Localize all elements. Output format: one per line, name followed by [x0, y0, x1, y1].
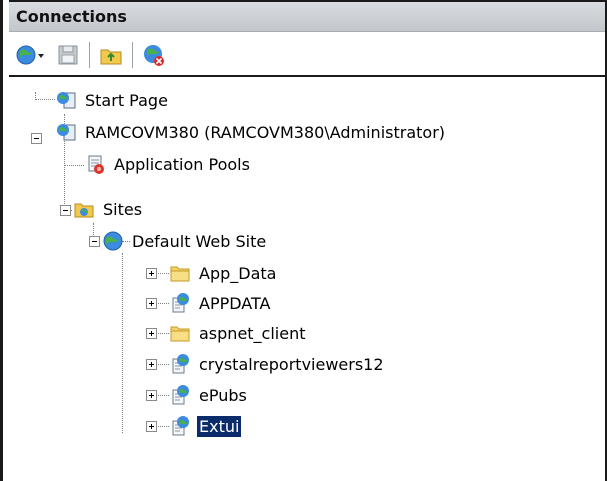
toolbar-separator — [132, 42, 133, 68]
connect-button[interactable] — [15, 42, 49, 68]
expander-app-data[interactable] — [146, 268, 157, 279]
tree-item-sites[interactable]: Sites — [73, 196, 144, 222]
tree-connector — [155, 364, 169, 365]
tree-item-label: Application Pools — [114, 154, 250, 174]
server-icon — [57, 124, 76, 141]
tree-connector — [155, 273, 169, 274]
tree-item-label: RAMCOVM380 (RAMCOVM380\Administrator) — [85, 122, 446, 142]
tree-connector — [122, 253, 123, 433]
web-application-icon — [172, 416, 189, 436]
tree-connector — [155, 333, 169, 334]
expander-default-web-site[interactable] — [89, 236, 100, 247]
tree-item-label: aspnet_client — [199, 323, 306, 343]
tree-item-crystalreportviewers12[interactable]: crystalreportviewers12 — [169, 351, 386, 377]
web-application-icon — [172, 385, 189, 405]
tree-item-label: Start Page — [85, 90, 168, 110]
sites-folder-icon — [74, 203, 94, 218]
tree-connector — [155, 426, 169, 427]
window-border — [0, 0, 3, 481]
connections-tree: Start Page RAMCOVM380 (RAMCOVM380\Admini… — [9, 78, 605, 481]
disconnect-globe-icon — [144, 45, 164, 66]
tree-item-label: crystalreportviewers12 — [199, 354, 384, 374]
tree-item-label: APPDATA — [199, 293, 271, 313]
disconnect-button[interactable] — [141, 42, 167, 68]
tree-item-label: ePubs — [199, 385, 247, 405]
expander-epubs[interactable] — [146, 390, 157, 401]
tree-item-server[interactable]: RAMCOVM380 (RAMCOVM380\Administrator) — [55, 119, 447, 145]
web-site-globe-icon — [103, 231, 123, 251]
tree-connector — [155, 395, 169, 396]
expander-extui[interactable] — [146, 421, 157, 432]
tree-item-app-data[interactable]: App_Data — [169, 260, 278, 286]
panel-title: Connections — [16, 7, 127, 26]
expander-crystalreportviewers12[interactable] — [146, 359, 157, 370]
tree-item-epubs[interactable]: ePubs — [169, 382, 249, 408]
tree-item-application-pools[interactable]: Application Pools — [84, 151, 252, 177]
tree-item-extui[interactable]: Extui — [169, 413, 242, 439]
folder-icon — [170, 266, 190, 282]
toolbar-separator — [89, 42, 90, 68]
web-application-icon — [172, 354, 189, 374]
tree-connector — [155, 303, 169, 304]
toolbar — [9, 33, 605, 77]
tree-item-aspnet-client[interactable]: aspnet_client — [169, 320, 308, 346]
connections-panel: Connections Start Page RAMCOVM380 (RAMCO… — [9, 0, 607, 481]
start-page-icon — [57, 92, 76, 109]
web-application-icon — [172, 293, 189, 313]
tree-connector — [64, 165, 84, 166]
expander-aspnet-client[interactable] — [146, 328, 157, 339]
panel-header: Connections — [9, 0, 605, 32]
folder-icon — [170, 326, 190, 342]
tree-item-label: App_Data — [199, 263, 277, 283]
tree-item-label: Extui — [197, 415, 242, 437]
tree-connector — [35, 99, 55, 100]
tree-item-start-page[interactable]: Start Page — [55, 87, 170, 113]
application-pools-icon — [88, 155, 104, 174]
connect-globe-icon — [16, 45, 44, 65]
tree-connector — [35, 92, 36, 100]
expander-server[interactable] — [31, 133, 42, 144]
tree-item-label: Default Web Site — [132, 231, 267, 251]
tree-item-appdata[interactable]: APPDATA — [169, 290, 272, 316]
connections-window: Connections Start Page RAMCOVM380 (RAMCO… — [0, 0, 607, 481]
tree-item-label: Sites — [103, 199, 143, 219]
save-disk-icon — [58, 45, 78, 65]
up-level-button[interactable] — [98, 42, 124, 68]
expander-sites[interactable] — [60, 205, 71, 216]
expander-appdata[interactable] — [146, 298, 157, 309]
folder-up-icon — [100, 49, 122, 65]
save-button[interactable] — [55, 42, 81, 68]
tree-item-default-web-site[interactable]: Default Web Site — [102, 228, 268, 254]
